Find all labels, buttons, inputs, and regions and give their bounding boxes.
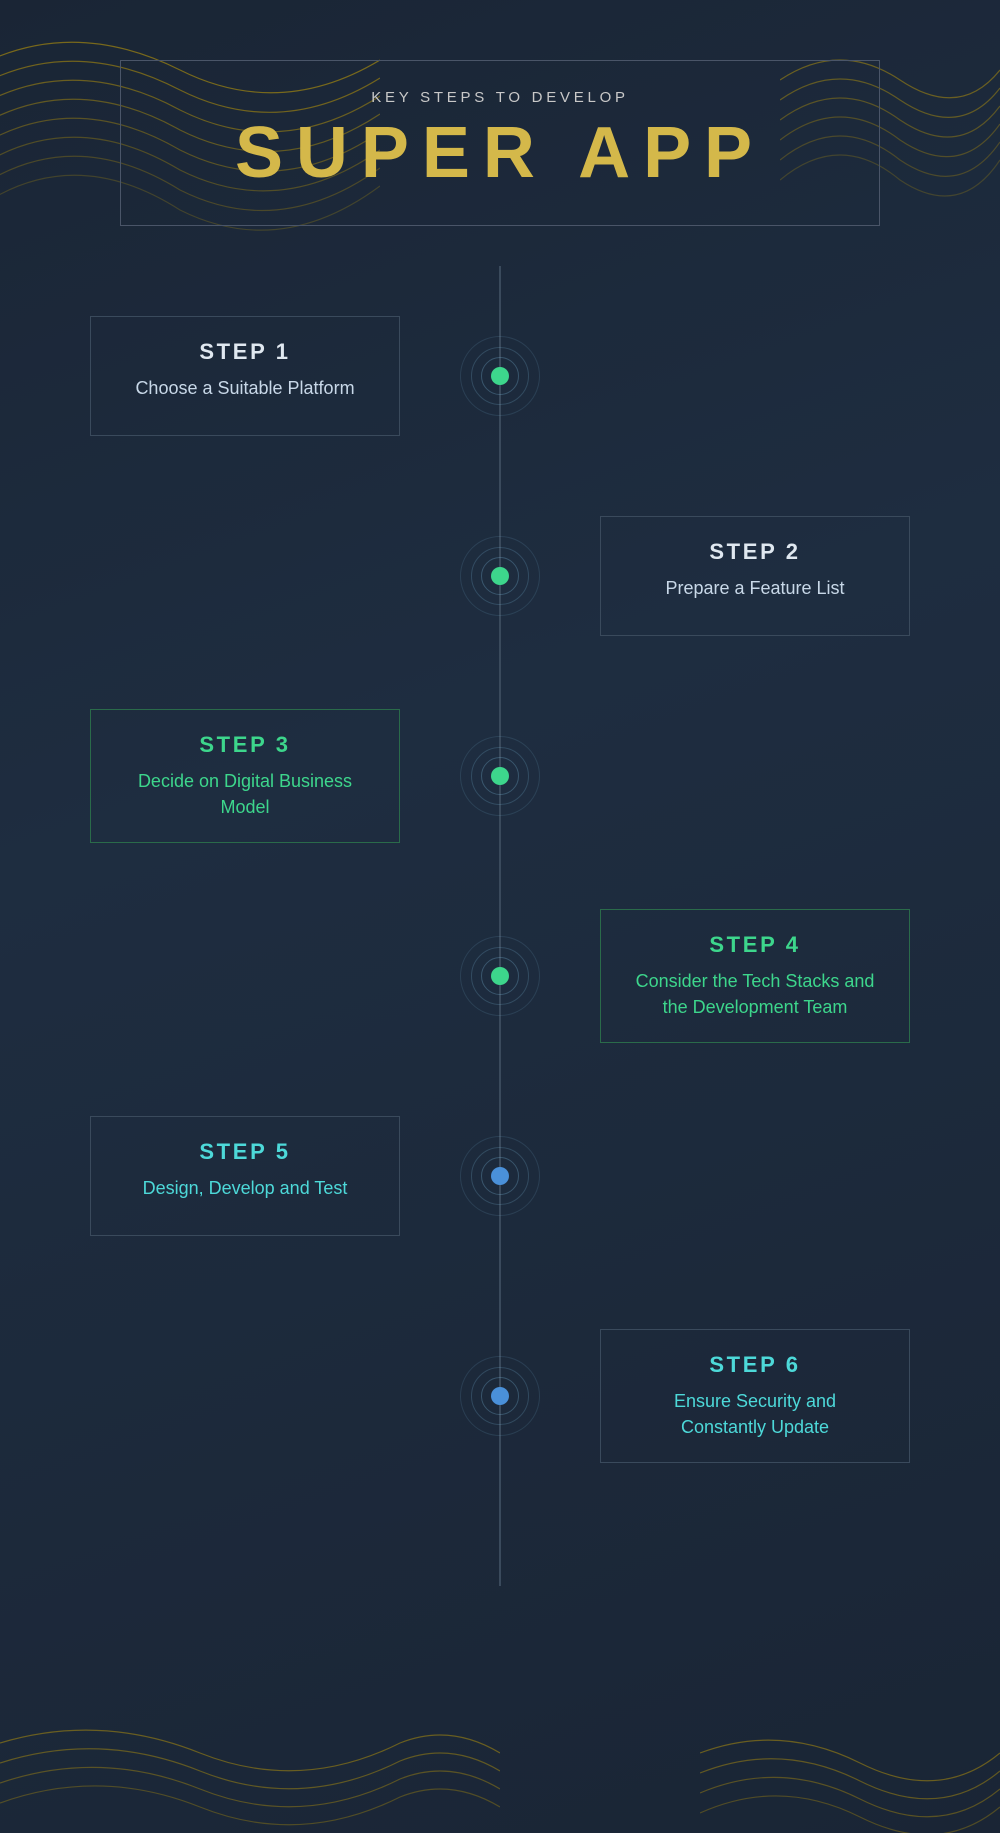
- step-5-box: STEP 5 Design, Develop and Test: [90, 1116, 400, 1236]
- step-2-box: STEP 2 Prepare a Feature List: [600, 516, 910, 636]
- step-5-description: Design, Develop and Test: [119, 1175, 371, 1201]
- step-1-description: Choose a Suitable Platform: [119, 375, 371, 401]
- step-4-box: STEP 4 Consider the Tech Stacks and the …: [600, 909, 910, 1043]
- step-3-box-wrapper: STEP 3 Decide on Digital Business Model: [0, 709, 480, 843]
- step-1-box-wrapper: STEP 1 Choose a Suitable Platform: [0, 316, 480, 436]
- step-5-box-wrapper: STEP 5 Design, Develop and Test: [0, 1116, 480, 1236]
- step-4-number: STEP 4: [629, 932, 881, 958]
- step-row-3: STEP 3 Decide on Digital Business Model: [0, 666, 1000, 886]
- step-3-number: STEP 3: [119, 732, 371, 758]
- step-row-6: STEP 6 Ensure Security and Constantly Up…: [0, 1286, 1000, 1506]
- step-1-node: [480, 336, 520, 416]
- step-4-box-wrapper: STEP 4 Consider the Tech Stacks and the …: [520, 909, 1000, 1043]
- wave-bottom-right-decoration: [700, 1713, 1000, 1833]
- step-4-node: [480, 936, 520, 1016]
- step-4-node-wrapper: [480, 936, 520, 1016]
- step-6-box: STEP 6 Ensure Security and Constantly Up…: [600, 1329, 910, 1463]
- page-wrapper: KEY STEPS TO DEVELOP SUPER APP STEP 1 Ch…: [0, 0, 1000, 1833]
- header-title: SUPER APP: [161, 114, 839, 193]
- step-row-4: STEP 4 Consider the Tech Stacks and the …: [0, 866, 1000, 1086]
- step-3-box: STEP 3 Decide on Digital Business Model: [90, 709, 400, 843]
- step-row-5: STEP 5 Design, Develop and Test: [0, 1066, 1000, 1286]
- step-3-description: Decide on Digital Business Model: [119, 768, 371, 820]
- step-6-box-wrapper: STEP 6 Ensure Security and Constantly Up…: [520, 1329, 1000, 1463]
- step-row-2: STEP 2 Prepare a Feature List: [0, 466, 1000, 686]
- step-1-number: STEP 1: [119, 339, 371, 365]
- step-1-node-wrapper: [480, 336, 520, 416]
- step-2-node: [480, 536, 520, 616]
- header-box: KEY STEPS TO DEVELOP SUPER APP: [120, 60, 880, 226]
- step-6-number: STEP 6: [629, 1352, 881, 1378]
- step-3-node: [480, 736, 520, 816]
- step-2-description: Prepare a Feature List: [629, 575, 881, 601]
- step-4-description: Consider the Tech Stacks and the Develop…: [629, 968, 881, 1020]
- step-1-box: STEP 1 Choose a Suitable Platform: [90, 316, 400, 436]
- step-6-node: [480, 1356, 520, 1436]
- step-row-1: STEP 1 Choose a Suitable Platform: [0, 266, 1000, 486]
- step-2-node-wrapper: [480, 536, 520, 616]
- step-5-number: STEP 5: [119, 1139, 371, 1165]
- step-5-node-wrapper: [480, 1136, 520, 1216]
- step-2-number: STEP 2: [629, 539, 881, 565]
- step-6-node-wrapper: [480, 1356, 520, 1436]
- header-subtitle: KEY STEPS TO DEVELOP: [161, 89, 839, 106]
- step-6-description: Ensure Security and Constantly Update: [629, 1388, 881, 1440]
- step-2-box-wrapper: STEP 2 Prepare a Feature List: [520, 516, 1000, 636]
- step-3-node-wrapper: [480, 736, 520, 816]
- timeline-container: STEP 1 Choose a Suitable Platform: [0, 266, 1000, 1586]
- step-5-node: [480, 1136, 520, 1216]
- wave-bottom-left-decoration: [0, 1713, 500, 1833]
